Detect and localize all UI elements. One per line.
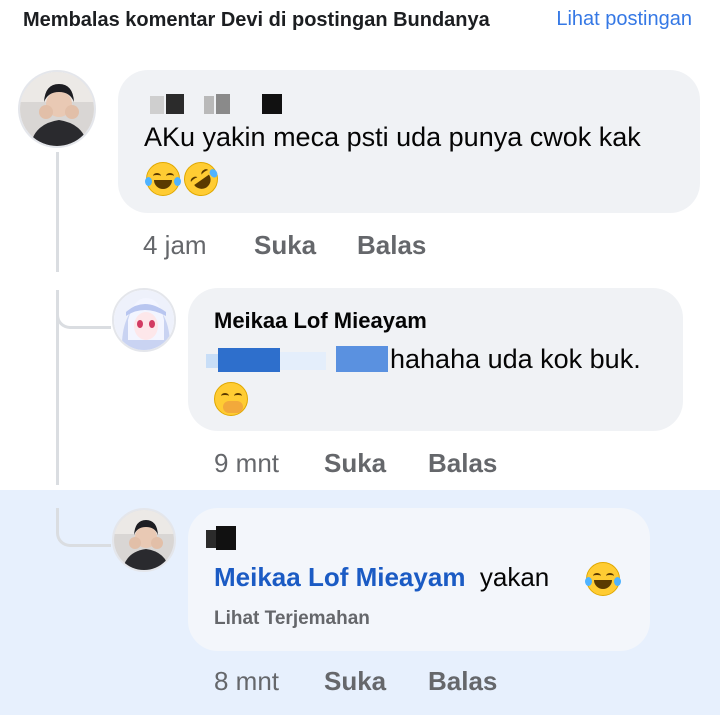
reply-label: Balas	[428, 666, 498, 696]
comment-time: 9 mnt	[214, 448, 280, 478]
comment-text: yakan	[479, 562, 550, 592]
like-label: Suka	[324, 448, 387, 478]
reply-button[interactable]: Balas	[428, 448, 497, 479]
reply-button[interactable]: Balas	[428, 666, 497, 697]
like-label: Suka	[324, 666, 387, 696]
reply-label: Balas	[428, 448, 498, 478]
redacted-name	[150, 94, 282, 114]
avatar[interactable]	[18, 70, 96, 148]
avatar[interactable]	[112, 508, 176, 572]
like-button[interactable]: Suka	[324, 666, 386, 697]
face-with-tears-of-joy-icon	[145, 162, 181, 196]
comment-author[interactable]: Meikaa Lof Mieayam	[214, 308, 427, 334]
reply-context-title: Membalas komentar Devi di postingan Bund…	[23, 9, 490, 31]
redacted-mention	[206, 346, 388, 372]
avatar[interactable]	[112, 288, 176, 352]
comment-bubble[interactable]: AKu yakin meca psti uda punya cwok kak	[118, 70, 700, 213]
comment-time: 4 jam	[143, 230, 207, 260]
face-with-hand-over-mouth-icon	[214, 382, 248, 416]
avatar-photo	[114, 290, 174, 350]
mention-link[interactable]: Meikaa Lof Mieayam	[214, 562, 465, 592]
like-button[interactable]: Suka	[324, 448, 386, 479]
comment-text: AKu yakin meca psti uda punya cwok kak	[144, 122, 641, 152]
reply-context-header: Membalas komentar Devi di postingan Bund…	[0, 0, 720, 44]
comment-meta: 4 jam	[143, 230, 207, 261]
like-label: Suka	[254, 230, 317, 260]
redacted-name	[206, 526, 236, 550]
reply-branch-line	[56, 508, 111, 547]
reply-button[interactable]: Balas	[357, 230, 426, 261]
comment-time: 8 mnt	[214, 666, 280, 696]
reply-branch-line	[56, 290, 111, 329]
comment-bubble[interactable]: Meikaa Lof Mieayam hahaha uda kok buk.	[188, 288, 683, 431]
view-post-link[interactable]: Lihat postingan	[556, 8, 692, 31]
face-with-tears-of-joy-icon	[585, 562, 621, 596]
comment-text-line: Meikaa Lof Mieayam yakan	[214, 562, 549, 593]
thread-line	[56, 152, 59, 272]
comment-bubble[interactable]: Meikaa Lof Mieayam yakan Lihat Terjemaha…	[188, 508, 650, 651]
comment-text: hahaha uda kok buk.	[390, 344, 641, 374]
see-translation-link[interactable]: Lihat Terjemahan	[214, 608, 370, 630]
like-button[interactable]: Suka	[254, 230, 316, 261]
rolling-on-floor-laughing-icon	[177, 155, 225, 203]
reply-label: Balas	[357, 230, 427, 260]
avatar-photo	[20, 72, 94, 146]
